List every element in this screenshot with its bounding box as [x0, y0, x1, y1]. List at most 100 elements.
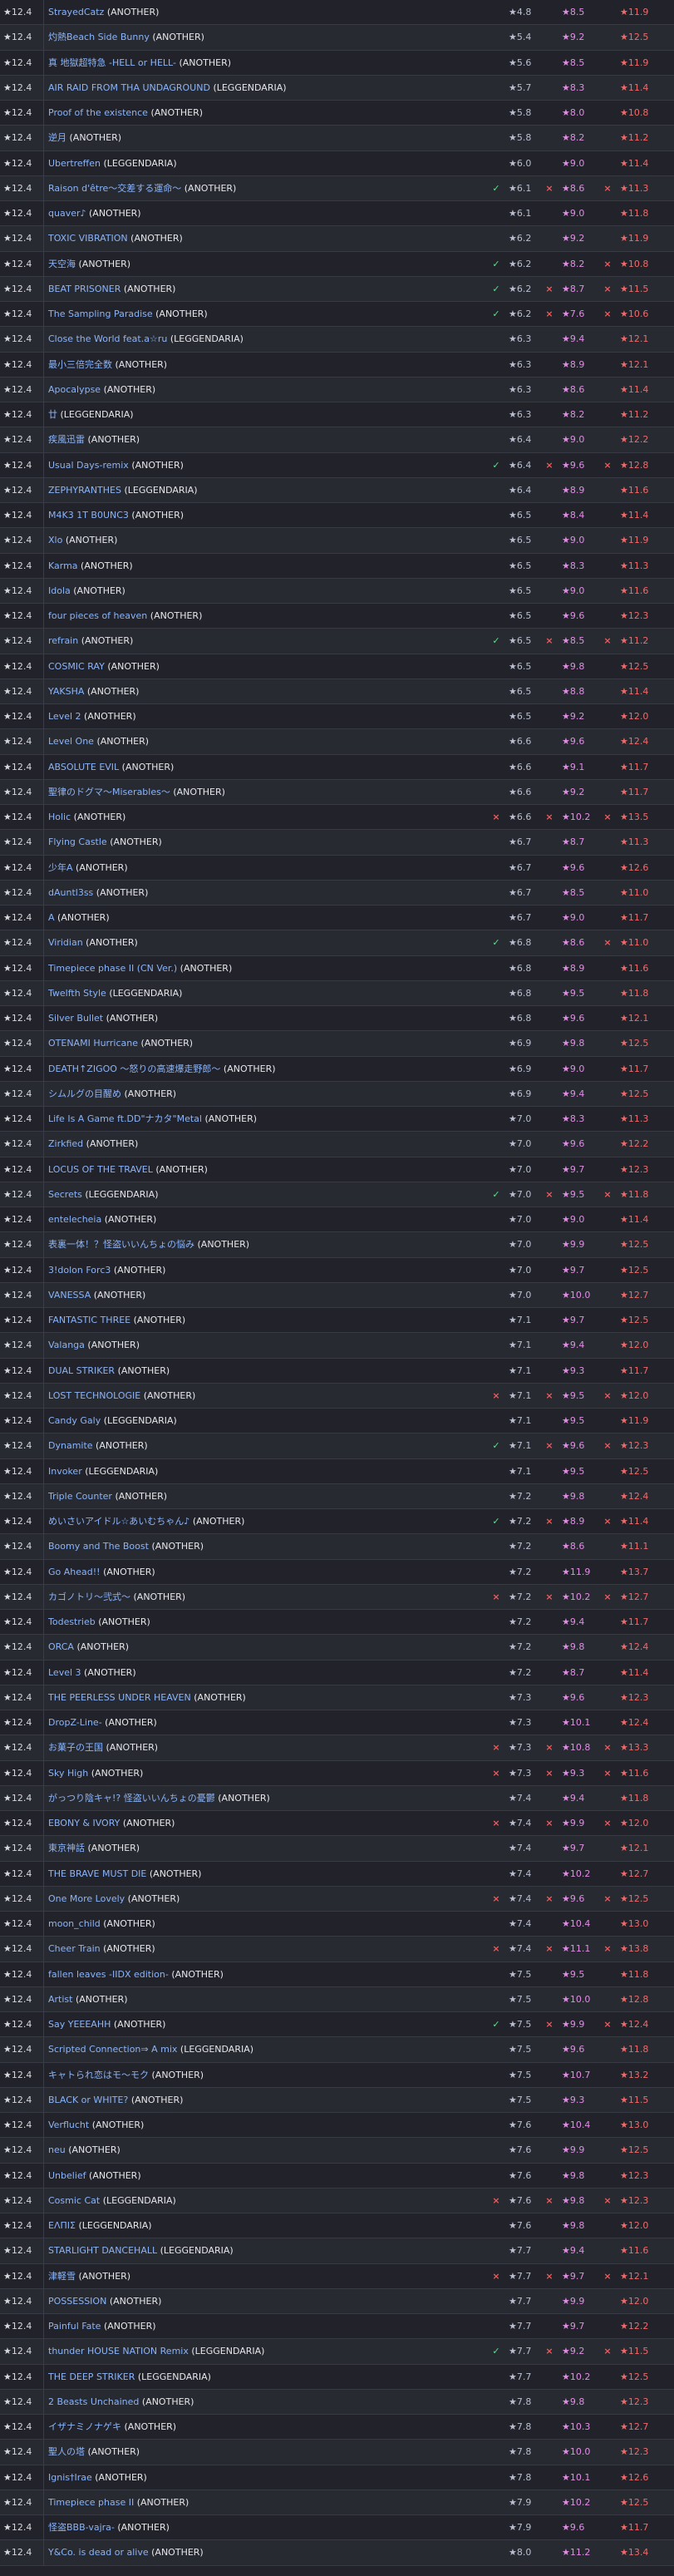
song-title[interactable]: OTENAMI Hurricane	[48, 1038, 138, 1049]
song-title-cell[interactable]: LOCUS OF THE TRAVEL (ANOTHER)	[48, 1157, 480, 1182]
song-title[interactable]: 最小三倍完全数	[48, 359, 112, 370]
table-row[interactable]: ★12.4 Ubertreffen (LEGGENDARIA) ★6.0 ★9.0 ★1…	[0, 151, 674, 176]
song-title-cell[interactable]: 灼熱Beach Side Bunny (ANOTHER)	[48, 25, 480, 50]
song-title[interactable]: 怪盗BBB-vajra-	[48, 2522, 115, 2533]
song-title-cell[interactable]: Silver Bullet (ANOTHER)	[48, 1006, 480, 1031]
song-title[interactable]: moon_child	[48, 1918, 101, 1929]
table-row[interactable]: ★12.4 Karma (ANOTHER) ★6.5 ★8.3 ★11.3	[0, 553, 674, 579]
table-row[interactable]: ★12.4 Flying Castle (ANOTHER) ★6.7 ★8.7 ★11.…	[0, 830, 674, 856]
table-row[interactable]: ★12.4 Zirkfied (ANOTHER) ★7.0 ★9.6 ★12.2	[0, 1132, 674, 1157]
song-title[interactable]: BLACK or WHITE?	[48, 2095, 128, 2105]
song-title-cell[interactable]: refrain (ANOTHER)	[48, 629, 480, 654]
table-row[interactable]: ★12.4 DropZ-Line- (ANOTHER) ★7.3 ★10.1 ★12.4	[0, 1710, 674, 1736]
table-row[interactable]: ★12.4 COSMIC RAY (ANOTHER) ★6.5 ★9.8 ★12.5	[0, 654, 674, 679]
song-title-cell[interactable]: Invoker (LEGGENDARIA)	[48, 1459, 480, 1484]
song-title[interactable]: ORCA	[48, 1641, 74, 1652]
song-title-cell[interactable]: Artist (ANOTHER)	[48, 1987, 480, 2012]
song-title-cell[interactable]: AIR RAID FROM THA UNDAGROUND (LEGGENDARI…	[48, 76, 480, 101]
table-row[interactable]: ★12.4 entelecheia (ANOTHER) ★7.0 ★9.0 ★11.4	[0, 1207, 674, 1233]
song-title-cell[interactable]: Ubertreffen (LEGGENDARIA)	[48, 151, 480, 176]
song-title[interactable]: Holic	[48, 812, 71, 822]
song-title[interactable]: Cheer Train	[48, 1943, 101, 1954]
song-title-cell[interactable]: VANESSA (ANOTHER)	[48, 1283, 480, 1308]
song-title-cell[interactable]: DropZ-Line- (ANOTHER)	[48, 1710, 480, 1735]
song-title[interactable]: Level 3	[48, 1667, 81, 1678]
song-title-cell[interactable]: 少年A (ANOTHER)	[48, 856, 480, 881]
table-row[interactable]: ★12.4 東京神話 (ANOTHER) ★7.4 ★9.7 ★12.1	[0, 1836, 674, 1862]
song-title[interactable]: Ignis†Irae	[48, 2472, 92, 2483]
table-row[interactable]: ★12.4 Painful Fate (ANOTHER) ★7.7 ★9.7 ★12.2	[0, 2314, 674, 2340]
table-row[interactable]: ★12.4 最小三倍完全数 (ANOTHER) ★6.3 ★8.9 ★12.1	[0, 352, 674, 378]
table-row[interactable]: ★12.4 Ignis†Irae (ANOTHER) ★7.8 ★10.1 ★12.6	[0, 2465, 674, 2490]
table-row[interactable]: ★12.4 neu (ANOTHER) ★7.6 ★9.9 ★12.5	[0, 2138, 674, 2164]
table-row[interactable]: ★12.4 廿 (LEGGENDARIA) ★6.3 ★8.2 ★11.2	[0, 402, 674, 428]
song-title-cell[interactable]: moon_child (ANOTHER)	[48, 1912, 480, 1937]
song-title[interactable]: fallen leaves -IIDX edition-	[48, 1969, 169, 1980]
song-title-cell[interactable]: four pieces of heaven (ANOTHER)	[48, 604, 480, 629]
table-row[interactable]: ★12.4 Candy Galy (LEGGENDARIA) ★7.1 ★9.5 ★11…	[0, 1409, 674, 1434]
song-title[interactable]: EBONY & IVORY	[48, 1818, 120, 1828]
table-row[interactable]: ★12.4 One More Lovely (ANOTHER) × ★7.4 × ★9.6…	[0, 1886, 674, 1912]
table-row[interactable]: ★12.4 ABSOLUTE EVIL (ANOTHER) ★6.6 ★9.1 ★11.…	[0, 754, 674, 780]
song-title-cell[interactable]: カゴノトリ～弐式～ (ANOTHER)	[48, 1585, 480, 1610]
song-title-cell[interactable]: Life Is A Game ft.DD"ナカタ"Metal (ANOTHER)	[48, 1107, 480, 1132]
song-title-cell[interactable]: 表裏一体！？怪盗いいんちょの悩み (ANOTHER)	[48, 1232, 480, 1257]
song-title-cell[interactable]: Y&Co. is dead or alive (ANOTHER)	[48, 2540, 480, 2565]
song-title-cell[interactable]: Secrets (LEGGENDARIA)	[48, 1182, 480, 1207]
table-row[interactable]: ★12.4 ORCA (ANOTHER) ★7.2 ★9.8 ★12.4	[0, 1635, 674, 1661]
song-title-cell[interactable]: 聖律のドグマ～Miserables～ (ANOTHER)	[48, 780, 480, 805]
table-row[interactable]: ★12.4 Apocalypse (ANOTHER) ★6.3 ★8.6 ★11.4	[0, 377, 674, 402]
table-row[interactable]: ★12.4 ΕΛΠΙΣ (LEGGENDARIA) ★7.6 ★9.8 ★12.0	[0, 2213, 674, 2239]
table-row[interactable]: ★12.4 Xlo (ANOTHER) ★6.5 ★9.0 ★11.9	[0, 528, 674, 554]
song-title-cell[interactable]: Usual Days-remix (ANOTHER)	[48, 453, 480, 478]
song-title[interactable]: Life Is A Game ft.DD"ナカタ"Metal	[48, 1113, 202, 1124]
song-title[interactable]: M4K3 1T B0UNC3	[48, 510, 129, 521]
song-title[interactable]: Boomy and The Boost	[48, 1541, 149, 1552]
song-title[interactable]: quaver♪	[48, 208, 86, 219]
song-title[interactable]: 3!dolon Forc3	[48, 1265, 111, 1276]
table-row[interactable]: ★12.4 Raison d'être～交差する運命～ (ANOTHER) ✓ ★6.…	[0, 175, 674, 201]
table-row[interactable]: ★12.4 POSSESSION (ANOTHER) ★7.7 ★9.9 ★12.0	[0, 2288, 674, 2314]
song-title[interactable]: Proof of the existence	[48, 107, 148, 118]
table-row[interactable]: ★12.4 The Sampling Paradise (ANOTHER) ✓ ★6.…	[0, 302, 674, 328]
song-title-cell[interactable]: シムルグの目醒め (ANOTHER)	[48, 1082, 480, 1107]
song-title-cell[interactable]: Cosmic Cat (LEGGENDARIA)	[48, 2189, 480, 2213]
song-title[interactable]: Secrets	[48, 1189, 82, 1200]
song-title-cell[interactable]: Level 3 (ANOTHER)	[48, 1661, 480, 1685]
table-row[interactable]: ★12.4 怪盗BBB-vajra- (ANOTHER) ★7.9 ★9.6 ★11.7	[0, 2515, 674, 2541]
table-row[interactable]: ★12.4 Level One (ANOTHER) ★6.6 ★9.6 ★12.4	[0, 729, 674, 755]
song-title-cell[interactable]: Go Ahead!! (ANOTHER)	[48, 1560, 480, 1585]
song-title-cell[interactable]: neu (ANOTHER)	[48, 2138, 480, 2163]
song-title-cell[interactable]: dAuntl3ss (ANOTHER)	[48, 881, 480, 906]
table-row[interactable]: ★12.4 めいさいアイドル☆あいむちゃん♪ (ANOTHER) ✓ ★7.2 × ★8.…	[0, 1509, 674, 1535]
song-title-cell[interactable]: THE PEERLESS UNDER HEAVEN (ANOTHER)	[48, 1685, 480, 1710]
song-title-cell[interactable]: STARLIGHT DANCEHALL (LEGGENDARIA)	[48, 2238, 480, 2263]
song-title[interactable]: THE DEEP STRIKER	[48, 2371, 135, 2382]
table-row[interactable]: ★12.4 THE DEEP STRIKER (LEGGENDARIA) ★7.7 ★…	[0, 2364, 674, 2390]
song-title[interactable]: YAKSHA	[48, 686, 84, 697]
song-title[interactable]: Timepiece phase II (CN Ver.)	[48, 963, 177, 974]
song-title-cell[interactable]: Karma (ANOTHER)	[48, 554, 480, 579]
song-title[interactable]: refrain	[48, 635, 78, 646]
table-row[interactable]: ★12.4 真 地獄超特急 -HELL or HELL- (ANOTHER) ★5.…	[0, 50, 674, 76]
song-title-cell[interactable]: Xlo (ANOTHER)	[48, 528, 480, 553]
table-row[interactable]: ★12.4 Scripted Connection⇒ A mix (LEGGEND…	[0, 2037, 674, 2063]
table-row[interactable]: ★12.4 Say YEEEAHH (ANOTHER) ✓ ★7.5 × ★9.9 × ★12…	[0, 2012, 674, 2038]
song-title[interactable]: Unbelief	[48, 2170, 86, 2181]
song-title-cell[interactable]: キャトられ恋はモ～モク (ANOTHER)	[48, 2063, 480, 2088]
table-row[interactable]: ★12.4 quaver♪ (ANOTHER) ★6.1 ★9.0 ★11.8	[0, 201, 674, 227]
song-title[interactable]: FANTASTIC THREE	[48, 1315, 130, 1325]
table-row[interactable]: ★12.4 A (ANOTHER) ★6.7 ★9.0 ★11.7	[0, 906, 674, 931]
song-title[interactable]: ΕΛΠΙΣ	[48, 2220, 76, 2231]
song-title[interactable]: Say YEEEAHH	[48, 2019, 111, 2030]
song-title-cell[interactable]: 最小三倍完全数 (ANOTHER)	[48, 353, 480, 378]
song-title-cell[interactable]: Candy Galy (LEGGENDARIA)	[48, 1409, 480, 1434]
song-title-cell[interactable]: 聖人の塔 (ANOTHER)	[48, 2440, 480, 2465]
song-title-cell[interactable]: Timepiece phase II (CN Ver.) (ANOTHER)	[48, 956, 480, 981]
table-row[interactable]: ★12.4 キャトられ恋はモ～モク (ANOTHER) ★7.5 ★10.7 ★13.2	[0, 2062, 674, 2088]
song-title[interactable]: Timepiece phase II	[48, 2497, 134, 2508]
song-title[interactable]: One More Lovely	[48, 1893, 125, 1904]
song-title[interactable]: neu	[48, 2144, 66, 2155]
table-row[interactable]: ★12.4 Proof of the existence (ANOTHER) ★5.…	[0, 101, 674, 126]
song-title-cell[interactable]: Raison d'être～交差する運命～ (ANOTHER)	[48, 176, 480, 201]
